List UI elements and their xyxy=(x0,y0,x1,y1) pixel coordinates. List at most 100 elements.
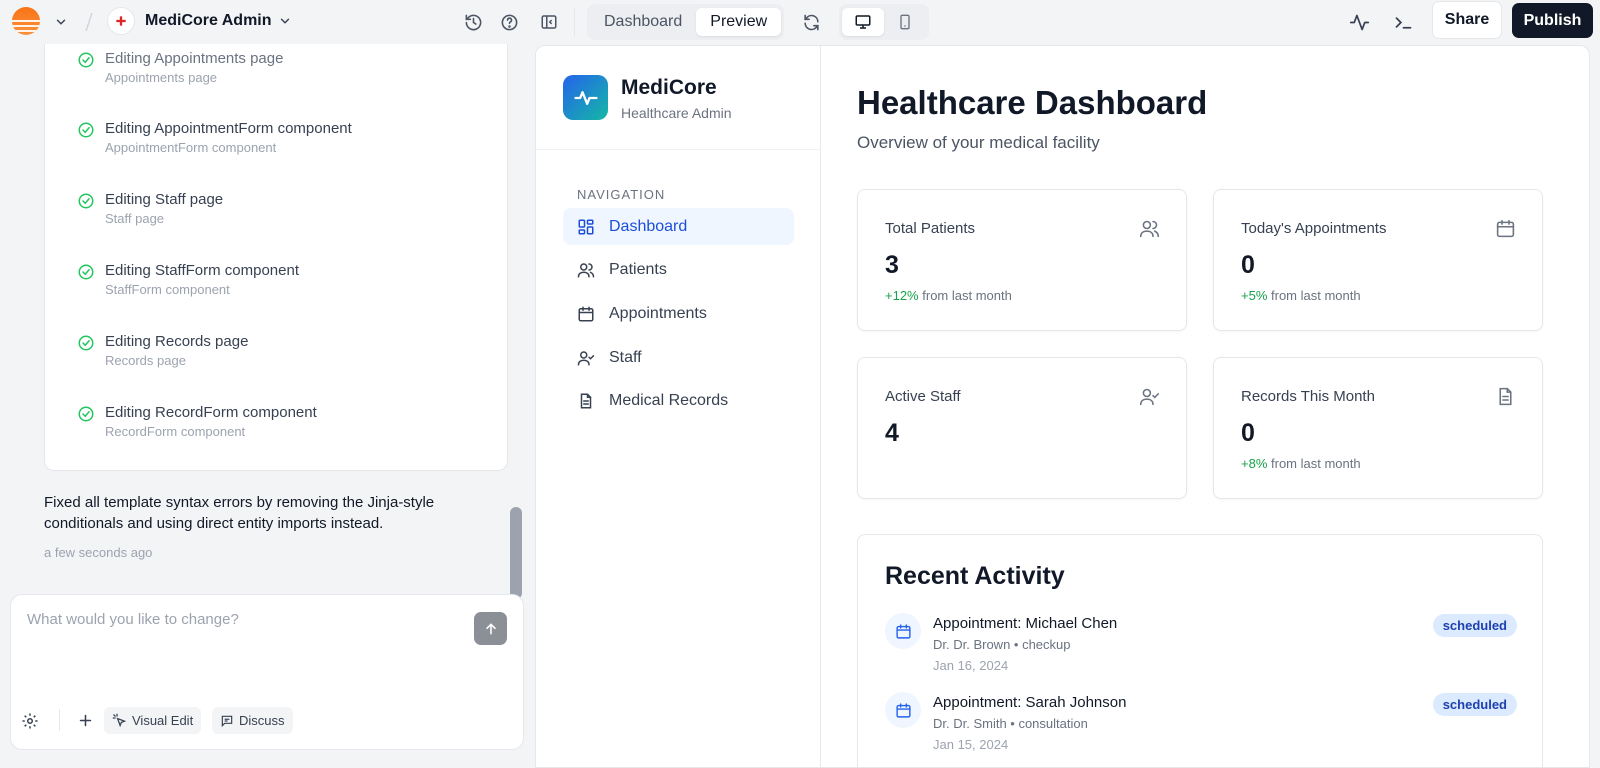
brand-subtitle: Healthcare Admin xyxy=(621,105,732,121)
project-switcher[interactable]: MediCore Admin xyxy=(145,10,292,32)
tab-dashboard[interactable]: Dashboard xyxy=(590,8,696,36)
step-item: Editing StaffForm component StaffForm com… xyxy=(77,262,299,297)
sidebar-item-label: Dashboard xyxy=(609,217,688,235)
app-sidebar: MediCore Healthcare Admin NAVIGATION Das… xyxy=(536,46,821,767)
activity-date: Jan 16, 2024 xyxy=(933,658,1009,673)
history-icon[interactable] xyxy=(458,7,488,37)
panel-toggle-icon[interactable] xyxy=(534,7,564,37)
refresh-icon[interactable] xyxy=(796,7,826,37)
sidebar-item-patients[interactable]: Patients xyxy=(563,251,794,288)
breadcrumb-separator xyxy=(84,10,94,34)
activity-title: Appointment: Sarah Johnson xyxy=(933,694,1127,711)
tab-preview[interactable]: Preview xyxy=(696,8,782,36)
chat-panel: Editing Appointments page Appointments pa… xyxy=(0,44,526,768)
status-badge: scheduled xyxy=(1432,693,1517,716)
step-item: Editing RecordForm component RecordForm c… xyxy=(77,404,317,439)
step-title: Editing Appointments page xyxy=(105,50,284,67)
send-button[interactable] xyxy=(474,612,507,645)
project-name: MediCore Admin xyxy=(145,12,272,29)
plus-icon[interactable] xyxy=(77,707,94,734)
sidebar-item-appointments[interactable]: Appointments xyxy=(563,295,794,332)
sidebar-item-label: Staff xyxy=(609,348,642,366)
help-icon[interactable] xyxy=(494,7,524,37)
stat-change: +8% from last month xyxy=(1241,456,1361,471)
share-button[interactable]: Share xyxy=(1432,1,1502,39)
file-text-icon xyxy=(577,392,595,410)
pulse-icon xyxy=(563,75,608,120)
stat-change: +5% from last month xyxy=(1241,288,1361,303)
project-avatar xyxy=(107,7,135,35)
top-bar: MediCore Admin Dashboard Preview Share P… xyxy=(0,0,1600,44)
visual-edit-label: Visual Edit xyxy=(132,713,194,728)
publish-button[interactable]: Publish xyxy=(1512,3,1593,38)
calendar-icon xyxy=(885,613,921,649)
user-check-icon xyxy=(1139,386,1160,407)
check-circle-icon xyxy=(77,192,95,210)
stat-change-suffix: from last month xyxy=(922,288,1012,303)
terminal-icon[interactable] xyxy=(1388,7,1418,37)
users-icon xyxy=(577,261,595,279)
stat-change-suffix: from last month xyxy=(1271,288,1361,303)
stat-change: +12% from last month xyxy=(885,288,1012,303)
step-subtitle: AppointmentForm component xyxy=(105,140,277,155)
step-subtitle: Appointments page xyxy=(105,70,218,85)
sidebar-item-staff[interactable]: Staff xyxy=(563,339,794,376)
visual-edit-button[interactable]: Visual Edit xyxy=(104,707,202,734)
step-subtitle: StaffForm component xyxy=(105,282,230,297)
view-tabs: Dashboard Preview xyxy=(587,4,785,40)
stat-card-active-staff: Active Staff 4 xyxy=(857,357,1187,499)
stat-value: 0 xyxy=(1241,251,1255,279)
chat-scrollbar-thumb[interactable] xyxy=(510,507,522,599)
check-circle-icon xyxy=(77,263,95,281)
check-circle-icon xyxy=(77,51,95,69)
mobile-icon[interactable] xyxy=(884,8,926,36)
arrow-up-icon xyxy=(483,621,499,637)
activity-detail: Dr. Dr. Smith • consultation xyxy=(933,716,1088,731)
discuss-button[interactable]: Discuss xyxy=(212,707,293,734)
stat-label: Total Patients xyxy=(885,220,976,237)
stat-label: Records This Month xyxy=(1241,388,1375,405)
brand-name: MediCore xyxy=(621,76,717,99)
dashboard-icon xyxy=(577,218,595,236)
sidebar-item-label: Appointments xyxy=(609,304,707,322)
message-square-icon xyxy=(220,714,234,728)
activity-detail: Dr. Dr. Brown • checkup xyxy=(933,637,1071,652)
file-text-icon xyxy=(1495,386,1516,407)
step-title: Editing Records page xyxy=(105,333,249,350)
desktop-icon[interactable] xyxy=(842,8,884,36)
sidebar-item-medical-records[interactable]: Medical Records xyxy=(563,382,794,419)
status-badge: scheduled xyxy=(1432,614,1517,637)
chevron-down-icon[interactable] xyxy=(46,7,76,37)
calendar-icon xyxy=(1495,218,1516,239)
discuss-label: Discuss xyxy=(239,713,285,728)
stat-change-percent: +12% xyxy=(885,288,919,303)
activity-item[interactable]: Appointment: Sarah Johnson Dr. Dr. Smith… xyxy=(885,691,1517,761)
step-title: Editing RecordForm component xyxy=(105,404,317,421)
message-input[interactable] xyxy=(27,611,467,671)
activity-date: Jan 15, 2024 xyxy=(933,737,1009,752)
stat-change-percent: +5% xyxy=(1241,288,1268,303)
step-item: Editing Records page Records page xyxy=(77,333,248,368)
step-title: Editing StaffForm component xyxy=(105,262,299,279)
sidebar-item-label: Medical Records xyxy=(609,391,729,409)
app-logo[interactable] xyxy=(12,7,40,35)
stat-card-records-this-month: Records This Month 0 +8% from last month xyxy=(1213,357,1543,499)
step-subtitle: RecordForm component xyxy=(105,424,246,439)
stat-value: 3 xyxy=(885,251,899,279)
dashboard-main: Healthcare Dashboard Overview of your me… xyxy=(821,46,1589,767)
activity-item[interactable]: Appointment: Michael Chen Dr. Dr. Brown … xyxy=(885,612,1517,682)
sidebar-divider xyxy=(536,149,821,150)
nav-heading: NAVIGATION xyxy=(577,187,666,202)
composer-divider xyxy=(59,709,60,731)
app-preview: MediCore Healthcare Admin NAVIGATION Das… xyxy=(535,45,1590,768)
recent-activity-card: Recent Activity Appointment: Michael Che… xyxy=(857,534,1543,767)
check-circle-icon xyxy=(77,334,95,352)
stat-card-todays-appointments: Today's Appointments 0 +5% from last mon… xyxy=(1213,189,1543,331)
activity-icon[interactable] xyxy=(1344,7,1374,37)
calendar-icon xyxy=(577,305,595,323)
sidebar-item-label: Patients xyxy=(609,260,667,278)
check-circle-icon xyxy=(77,405,95,423)
step-subtitle: Staff page xyxy=(105,211,165,226)
sidebar-item-dashboard[interactable]: Dashboard xyxy=(563,208,794,245)
settings-icon[interactable] xyxy=(21,707,39,734)
